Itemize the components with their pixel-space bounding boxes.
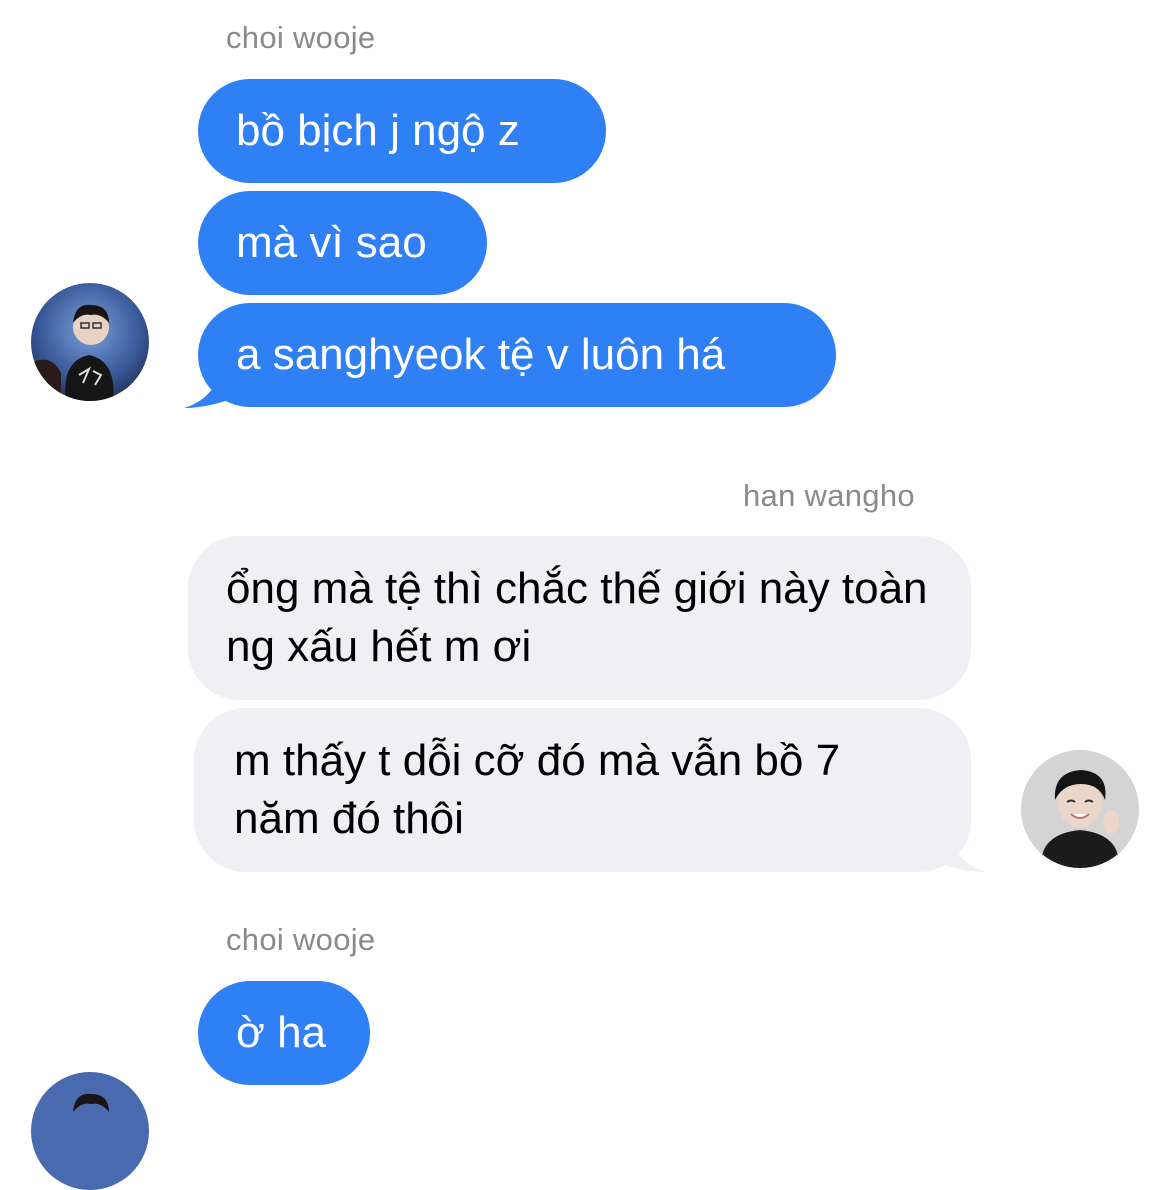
bubble-tail-left [184, 360, 238, 408]
message-bubble[interactable]: m thấy t dỗi cỡ đó mà vẫn bồ 7 năm đó th… [194, 708, 971, 872]
message-text: a sanghyeok tệ v luôn há [236, 330, 726, 379]
message-text: mà vì sao [236, 218, 427, 267]
message-bubble[interactable]: a sanghyeok tệ v luôn há [198, 303, 836, 407]
sender-name-han-wangho: han wangho [743, 478, 915, 513]
avatar-han-wangho[interactable] [1021, 750, 1139, 868]
message-bubble[interactable]: bồ bịch j ngộ z [198, 79, 606, 183]
message-bubble[interactable]: mà vì sao [198, 191, 487, 295]
message-text: bồ bịch j ngộ z [236, 106, 520, 155]
bubble-tail-right [932, 824, 986, 872]
avatar-choi-wooje[interactable] [31, 283, 149, 401]
sender-name-choi-wooje: choi wooje [226, 20, 376, 55]
message-bubble[interactable]: ổng mà tệ thì chắc thế giới này toàn ng … [188, 536, 971, 700]
message-text: m thấy t dỗi cỡ đó mà vẫn bồ 7 năm đó th… [234, 736, 841, 843]
message-text: ờ ha [236, 1008, 327, 1057]
sender-name-choi-wooje: choi wooje [226, 922, 376, 957]
message-text: ổng mà tệ thì chắc thế giới này toàn ng … [226, 564, 928, 671]
message-bubble[interactable]: ờ ha [198, 981, 370, 1085]
avatar-choi-wooje[interactable] [31, 1072, 149, 1190]
